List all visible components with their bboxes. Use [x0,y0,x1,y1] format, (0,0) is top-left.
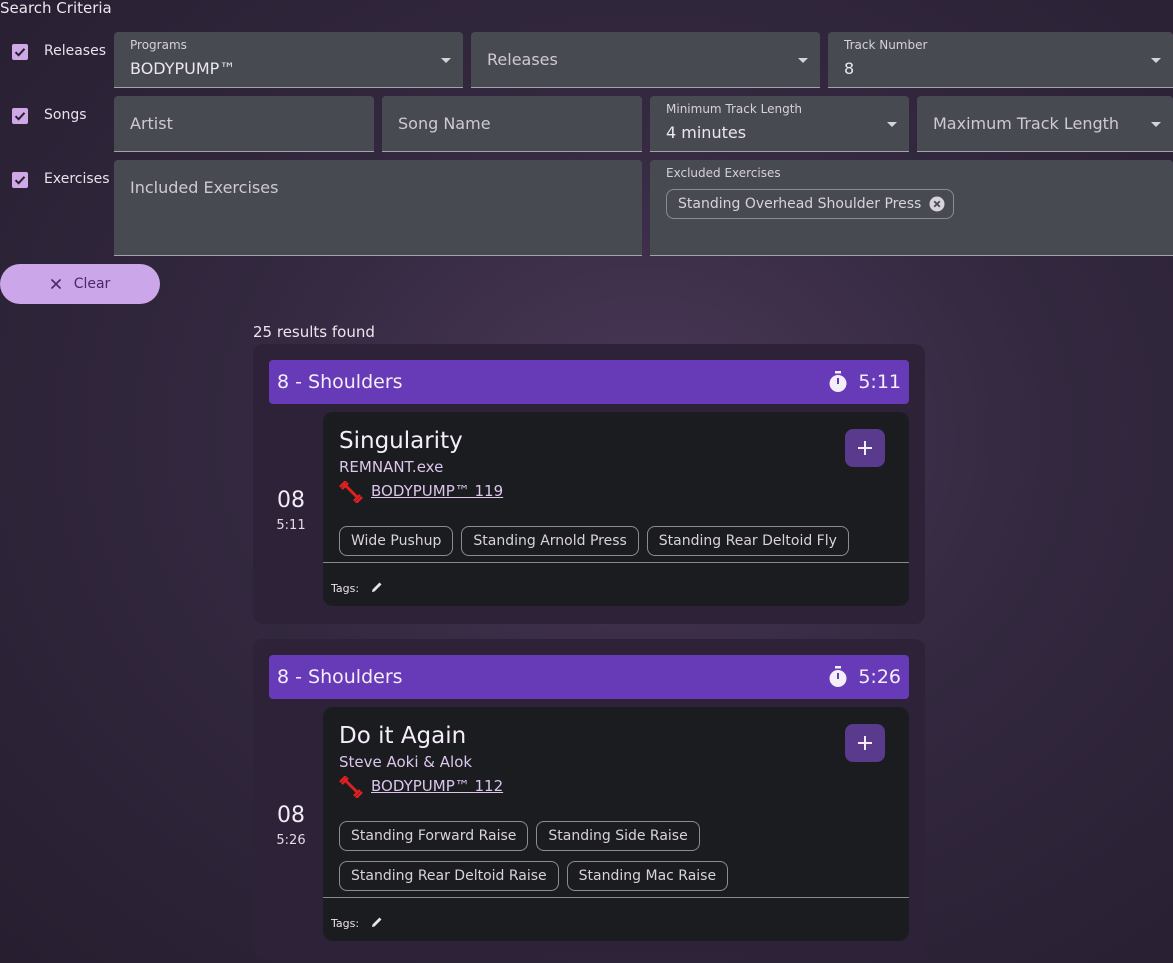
song-name-placeholder: Song Name [398,114,491,133]
clear-button-label: Clear [73,276,111,292]
releases-checkbox[interactable] [12,44,28,60]
excluded-exercises-input[interactable]: Excluded Exercises Standing Overhead Sho… [650,160,1173,256]
results-count: 25 results found [253,323,375,341]
exercise-chip: Standing Rear Deltoid Raise [339,861,559,891]
artist-input[interactable]: Artist [114,96,374,152]
songs-checkbox[interactable] [12,108,28,124]
song-card: Do it Again Steve Aoki & Alok BODYPUMP™ … [323,707,909,941]
chip-label: Standing Overhead Shoulder Press [678,196,922,212]
tags-label: Tags: [331,917,360,930]
exercise-chip: Standing Mac Raise [566,861,729,891]
exercise-chip: Standing Forward Raise [339,821,529,851]
excluded-exercises-label: Excluded Exercises [666,166,781,180]
release-link[interactable]: BODYPUMP™ 119 [371,482,503,500]
track-number-value: 8 [844,59,855,78]
track-number-label: Track Number [844,38,928,52]
track-length: 5:11 [276,518,306,533]
divider [323,897,909,898]
track-number: 08 [277,803,305,828]
excluded-exercise-chip[interactable]: Standing Overhead Shoulder Press [666,189,955,219]
exercises-checkbox[interactable] [12,172,28,188]
exercise-chips: Standing Forward Raise Standing Side Rai… [339,821,739,891]
add-to-playlist-button[interactable] [845,724,885,762]
result-duration: 5:11 [858,371,901,393]
maximum-track-length-placeholder: Maximum Track Length [933,114,1120,133]
songs-row-label: Songs [44,107,87,123]
edit-icon[interactable] [371,916,383,928]
clear-button[interactable]: Clear [0,264,160,304]
maximum-track-length-select[interactable]: Maximum Track Length [917,96,1173,152]
track-number-select[interactable]: Track Number 8 [828,32,1173,88]
result-header-title: 8 - Shoulders [277,666,403,688]
exercise-chips: Wide Pushup Standing Arnold Press Standi… [339,526,899,556]
exercise-chip: Standing Rear Deltoid Fly [646,526,849,556]
song-title: Do it Again [339,723,467,749]
search-criteria-title: Search Criteria [0,0,112,17]
stopwatch-icon [829,371,847,392]
song-artist: Steve Aoki & Alok [339,753,473,771]
divider [323,562,909,563]
stopwatch-icon [829,666,847,687]
track-number: 08 [277,488,305,513]
release-link[interactable]: BODYPUMP™ 112 [371,777,503,795]
add-to-playlist-button[interactable] [845,429,885,467]
checkbox-icon [14,48,26,57]
result-duration: 5:26 [858,666,901,688]
releases-placeholder: Releases [487,50,558,69]
programs-value: BODYPUMP™ [130,59,236,78]
track-length: 5:26 [276,833,306,848]
releases-select[interactable]: Releases [471,32,820,88]
tags-label: Tags: [331,582,360,595]
dropdown-arrow-icon [1151,58,1161,63]
result-card-header: 8 - Shoulders 5:26 [269,655,909,699]
programs-label: Programs [130,38,187,52]
song-title: Singularity [339,428,463,454]
dropdown-arrow-icon [441,58,451,63]
programs-select[interactable]: Programs BODYPUMP™ [114,32,463,88]
releases-row-label: Releases [44,43,106,59]
minimum-track-length-label: Minimum Track Length [666,102,803,116]
minimum-track-length-value: 4 minutes [666,123,747,142]
plus-icon [858,441,872,455]
song-card: Singularity REMNANT.exe BODYPUMP™ 119 Wi… [323,412,909,606]
dumbbell-icon [339,481,363,503]
checkbox-icon [14,112,26,121]
checkbox-icon [14,176,26,185]
dropdown-arrow-icon [887,122,897,127]
result-card: 8 - Shoulders 5:11 08 5:11 Singularity R… [253,344,925,624]
included-exercises-placeholder: Included Exercises [130,178,279,197]
dropdown-arrow-icon [798,58,808,63]
dropdown-arrow-icon [1151,122,1161,127]
song-name-input[interactable]: Song Name [382,96,642,152]
chip-remove-icon[interactable] [929,196,945,212]
close-icon [50,278,61,290]
plus-icon [858,736,872,750]
result-header-title: 8 - Shoulders [277,371,403,393]
included-exercises-input[interactable]: Included Exercises [114,160,642,256]
song-artist: REMNANT.exe [339,458,444,476]
dumbbell-icon [339,776,363,798]
exercises-row-label: Exercises [44,171,110,187]
result-card-header: 8 - Shoulders 5:11 [269,360,909,404]
exercise-chip: Wide Pushup [339,526,454,556]
exercise-chip: Standing Arnold Press [461,526,639,556]
result-card: 8 - Shoulders 5:26 08 5:26 Do it Again S… [253,639,925,959]
minimum-track-length-select[interactable]: Minimum Track Length 4 minutes [650,96,909,152]
artist-placeholder: Artist [130,114,173,133]
exercise-chip: Standing Side Raise [536,821,700,851]
edit-icon[interactable] [371,581,383,593]
